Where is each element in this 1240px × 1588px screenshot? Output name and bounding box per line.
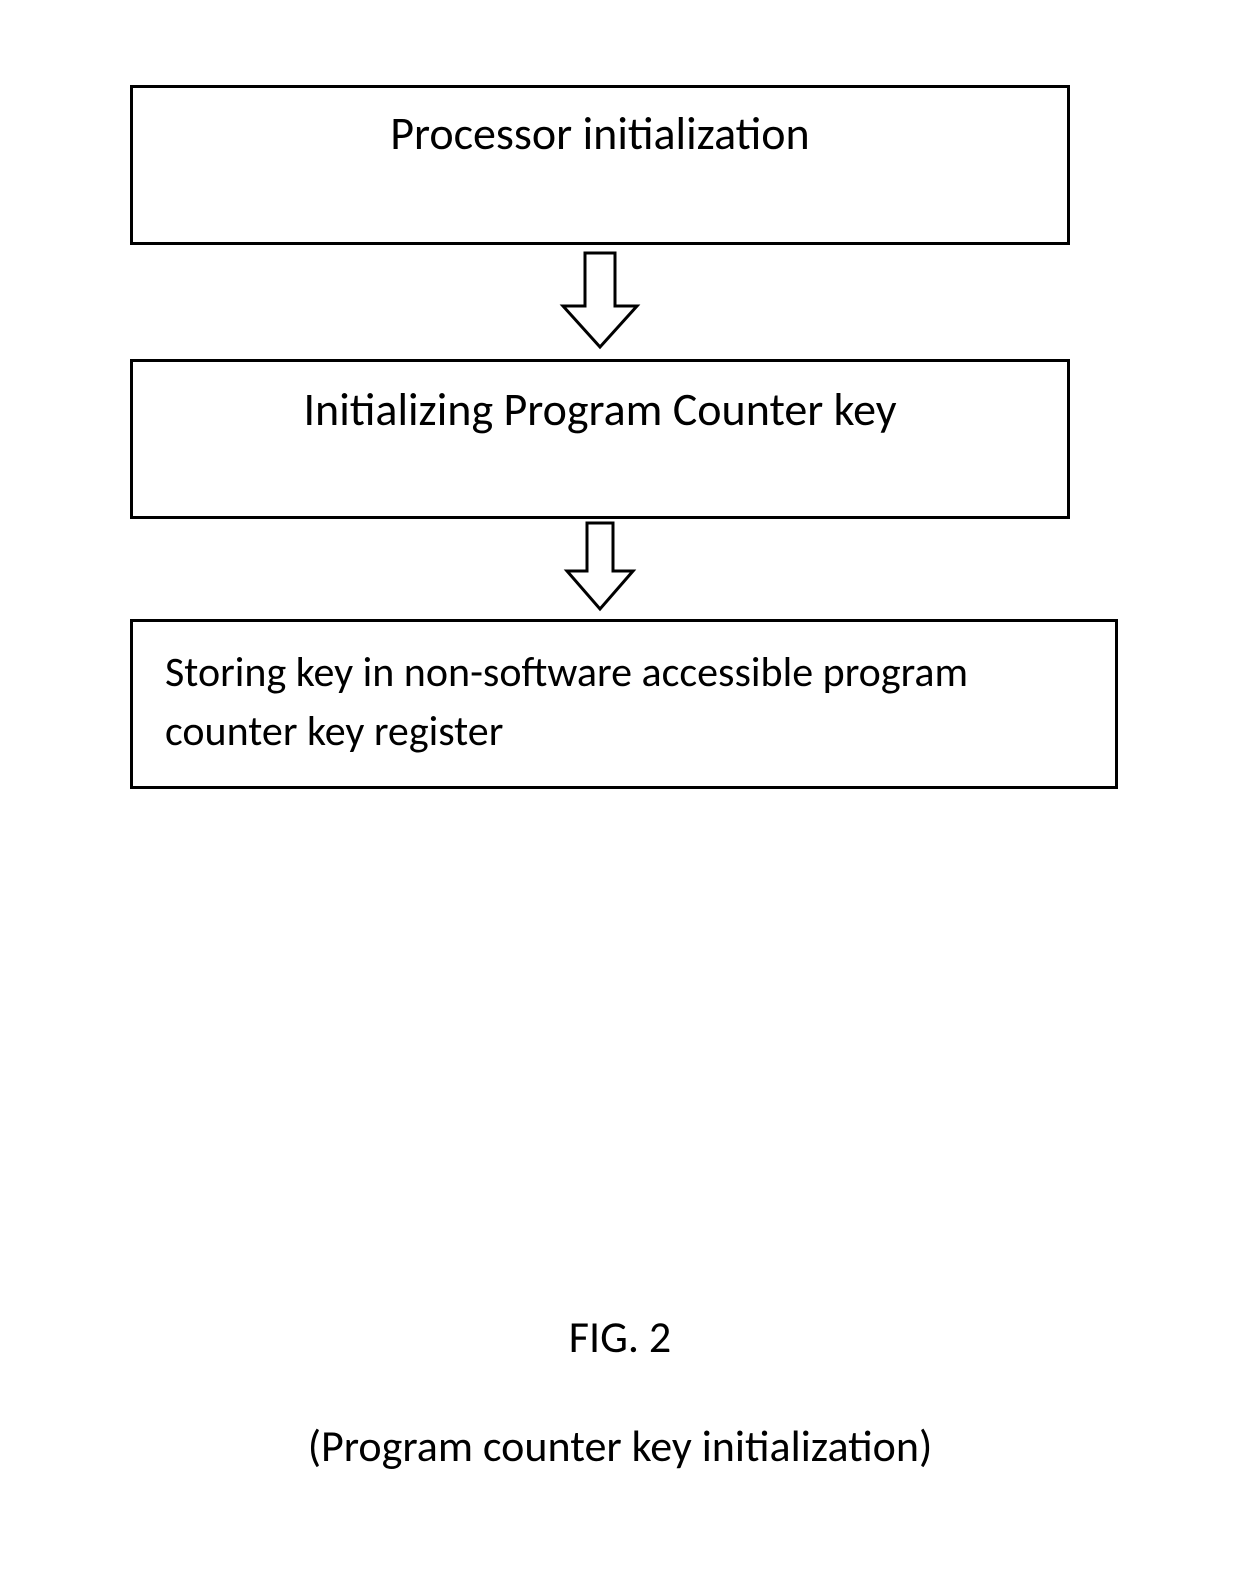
down-arrow-icon [559, 521, 641, 613]
step-box-2: Initializing Program Counter key [130, 359, 1070, 519]
figure-subtitle: (Program counter key initialization) [0, 1419, 1240, 1473]
figure-label: FIG. 2 [0, 1310, 1240, 1364]
step-box-3: Storing key in non-software accessible p… [130, 619, 1118, 789]
arrow-2 [130, 521, 1070, 613]
step-box-1: Processor initialization [130, 85, 1070, 245]
arrow-1 [130, 251, 1070, 351]
step-3-text: Storing key in non-software accessible p… [165, 647, 968, 757]
down-arrow-icon [555, 251, 645, 351]
step-1-text: Processor initialization [390, 106, 809, 162]
step-2-text: Initializing Program Counter key [303, 382, 896, 438]
flowchart: Processor initialization Initializing Pr… [130, 85, 1118, 789]
figure-caption: FIG. 2 (Program counter key initializati… [0, 1310, 1240, 1473]
